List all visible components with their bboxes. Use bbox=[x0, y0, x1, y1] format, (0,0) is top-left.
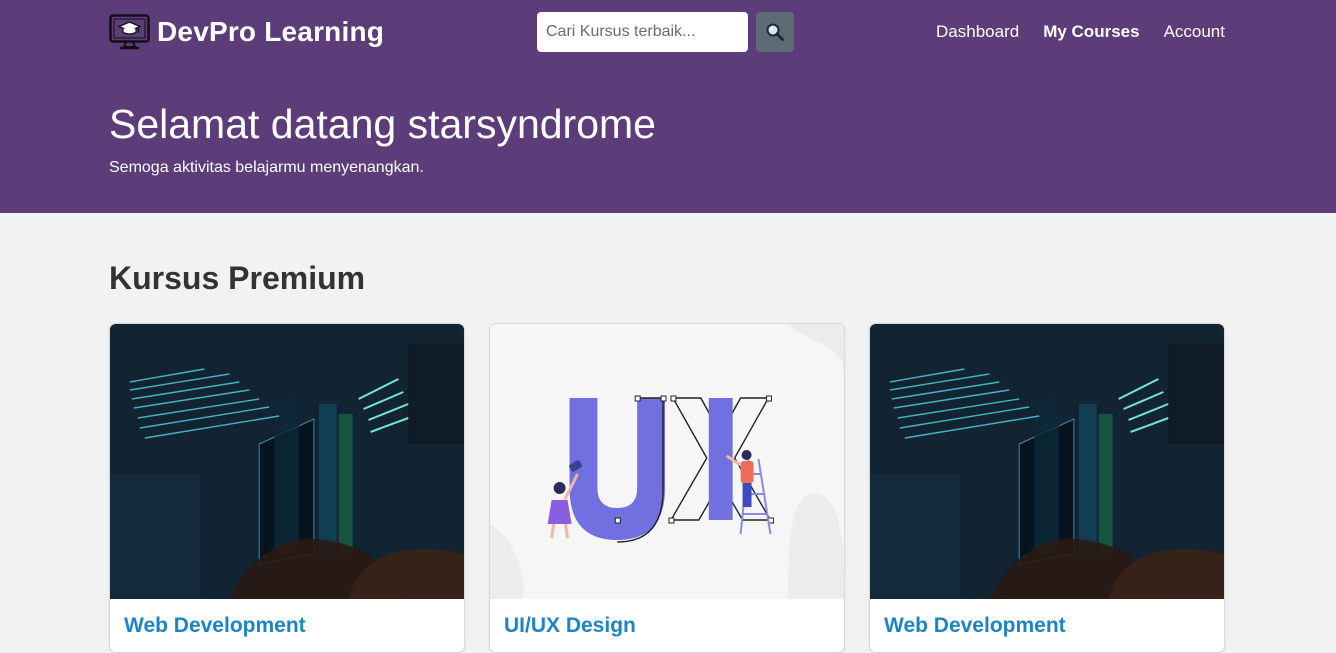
search-bar bbox=[537, 12, 794, 52]
course-title[interactable]: UI/UX Design bbox=[504, 614, 636, 638]
welcome-title: Selamat datang starsyndrome bbox=[109, 101, 656, 147]
code-screen-image bbox=[870, 324, 1224, 599]
magnifier-icon bbox=[766, 23, 784, 41]
search-button[interactable] bbox=[756, 12, 794, 52]
course-card[interactable]: Web Development bbox=[869, 323, 1225, 653]
welcome-subtitle: Semoga aktivitas belajarmu menyenangkan. bbox=[109, 159, 424, 176]
section-title: Kursus Premium bbox=[109, 260, 366, 296]
navbar: DevPro Learning Dashboard My Courses Acc… bbox=[109, 0, 1225, 62]
course-card[interactable]: Web Development bbox=[109, 323, 465, 653]
ux-illustration-image bbox=[490, 324, 844, 599]
course-title[interactable]: Web Development bbox=[884, 614, 1066, 638]
code-screen-image bbox=[110, 324, 464, 599]
nav-account-link[interactable]: Account bbox=[1164, 22, 1225, 42]
course-list: Web Development UI/UX Design Web Develop… bbox=[109, 323, 1225, 653]
brand-name: DevPro Learning bbox=[157, 16, 385, 47]
main-menu: Dashboard My Courses Account bbox=[912, 22, 1225, 42]
course-title[interactable]: Web Development bbox=[124, 614, 306, 638]
nav-dashboard-link[interactable]: Dashboard bbox=[936, 22, 1019, 42]
brand-link[interactable]: DevPro Learning bbox=[109, 14, 384, 50]
course-card[interactable]: UI/UX Design bbox=[489, 323, 845, 653]
header: DevPro Learning Dashboard My Courses Acc… bbox=[0, 0, 1336, 213]
nav-my-courses-link[interactable]: My Courses bbox=[1043, 22, 1139, 42]
monitor-graduation-cap-icon bbox=[109, 14, 150, 50]
search-input[interactable] bbox=[537, 12, 748, 52]
